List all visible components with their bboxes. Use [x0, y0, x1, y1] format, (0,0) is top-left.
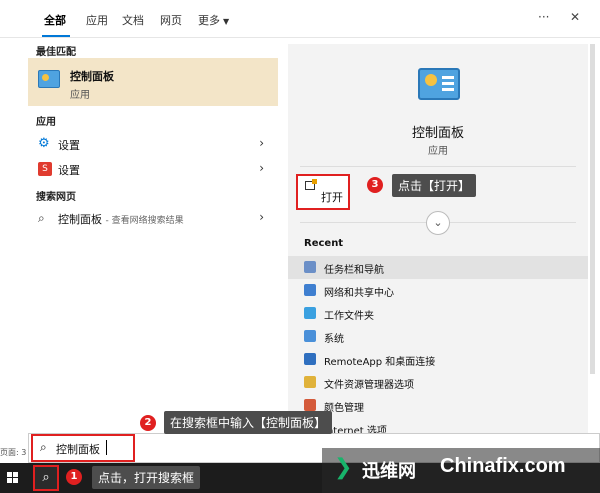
app-item-label: 设置	[58, 164, 80, 177]
recent-item[interactable]: 系统	[288, 325, 588, 348]
network-icon	[304, 284, 316, 296]
control-panel-icon	[38, 70, 60, 88]
settings-red-icon: S	[38, 162, 52, 176]
app-item-label: 设置	[58, 139, 80, 152]
tab-apps[interactable]: 应用	[86, 12, 108, 28]
search-icon: ⌕	[38, 211, 45, 225]
chevron-right-icon[interactable]: ›	[259, 210, 264, 224]
recent-item-label: 网络和共享中心	[324, 288, 394, 299]
apps-heading: 应用	[36, 117, 56, 128]
recent-item[interactable]: 文件资源管理器选项	[288, 371, 588, 394]
callout-step-1: 点击，打开搜索框	[92, 466, 201, 489]
taskbar-search-button[interactable]: ⌕	[33, 465, 59, 491]
watermark-cn: 迅维网	[362, 461, 416, 482]
divider	[300, 166, 576, 167]
web-search-query: 控制面板	[58, 213, 102, 226]
open-icon	[305, 179, 317, 190]
web-heading: 搜索网页	[36, 192, 76, 203]
recent-item[interactable]: RemoteApp 和桌面连接	[288, 348, 588, 371]
callout-step-2: 在搜索框中输入【控制面板】	[164, 411, 333, 434]
work-folder-icon	[304, 307, 316, 319]
system-icon	[304, 330, 316, 342]
text-cursor	[106, 440, 107, 455]
web-search-item[interactable]: ⌕ 控制面板 - 查看网络搜索结果 ›	[28, 206, 278, 230]
tab-web[interactable]: 网页	[160, 12, 182, 28]
recent-item[interactable]: 网络和共享中心	[288, 279, 588, 302]
recent-heading: Recent	[304, 238, 344, 249]
recent-item-label: 任务栏和导航	[324, 265, 384, 276]
best-match-subtitle: 应用	[70, 90, 90, 101]
search-tabs-bar: 全部 应用 文档 网页 更多 ▼ ··· ✕	[0, 0, 600, 38]
gear-icon: ⚙	[38, 136, 50, 151]
windows-icon[interactable]	[7, 472, 19, 484]
watermark-en: Chinafix.com	[440, 455, 566, 477]
callout-step-3: 点击【打开】	[392, 174, 477, 197]
detail-subtitle: 应用	[428, 146, 448, 157]
close-icon[interactable]: ✕	[570, 10, 580, 24]
step-badge-1: 1	[66, 469, 82, 485]
caret-down-icon: ▼	[223, 17, 230, 26]
tab-documents[interactable]: 文档	[122, 12, 144, 28]
tab-more-label: 更多	[198, 14, 220, 27]
app-item-settings-2[interactable]: S 设置 ›	[28, 157, 278, 181]
scrollbar[interactable]	[590, 44, 595, 374]
search-icon: ⌕	[42, 470, 50, 485]
tab-all[interactable]: 全部	[44, 12, 66, 28]
best-match-title: 控制面板	[70, 70, 114, 83]
recent-item-label: 系统	[324, 334, 344, 345]
detail-title: 控制面板	[411, 126, 464, 141]
chevron-right-icon[interactable]: ›	[259, 161, 264, 175]
page-label: 页面: 3	[0, 448, 27, 457]
folder-options-icon	[304, 376, 316, 388]
chevron-right-icon[interactable]: ›	[259, 136, 264, 150]
color-management-icon	[304, 399, 316, 411]
detail-pane: 控制面板 应用 打开 ⌄ Recent 任务栏和导航 网络和共享中心 工作文件夹…	[288, 44, 588, 437]
recent-item[interactable]: 颜色管理	[288, 394, 588, 417]
step-badge-2: 2	[140, 415, 156, 431]
search-icon: ⌕	[40, 440, 47, 454]
remote-app-icon	[304, 353, 316, 365]
search-input[interactable]: 控制面板	[56, 441, 100, 457]
recent-item-label: 文件资源管理器选项	[324, 380, 414, 391]
tab-more[interactable]: 更多 ▼	[198, 12, 229, 28]
best-match-heading: 最佳匹配	[36, 47, 76, 58]
best-match-item[interactable]: 控制面板 应用	[28, 58, 278, 106]
recent-item[interactable]: 任务栏和导航	[288, 256, 588, 279]
web-search-suffix: - 查看网络搜索结果	[105, 216, 184, 226]
watermark-logo-icon: ❯	[334, 455, 353, 480]
app-item-settings[interactable]: ⚙ 设置 ›	[28, 132, 278, 156]
ellipsis-icon[interactable]: ···	[538, 10, 549, 24]
chevron-down-icon[interactable]: ⌄	[426, 211, 450, 235]
recent-item-label: RemoteApp 和桌面连接	[324, 357, 436, 368]
active-tab-indicator	[42, 35, 70, 37]
control-panel-large-icon	[418, 68, 460, 100]
web-search-label: 控制面板 - 查看网络搜索结果	[58, 211, 184, 227]
recent-item[interactable]: 工作文件夹	[288, 302, 588, 325]
step-badge-3: 3	[367, 177, 383, 193]
taskbar-icon	[304, 261, 316, 273]
open-button-label: 打开	[321, 191, 343, 204]
results-pane: 最佳匹配 控制面板 应用 应用 ⚙ 设置 › S 设置 › 搜索网页 ⌕ 控制面…	[28, 38, 278, 433]
recent-item-label: 工作文件夹	[324, 311, 374, 322]
open-button[interactable]: 打开	[296, 174, 350, 210]
